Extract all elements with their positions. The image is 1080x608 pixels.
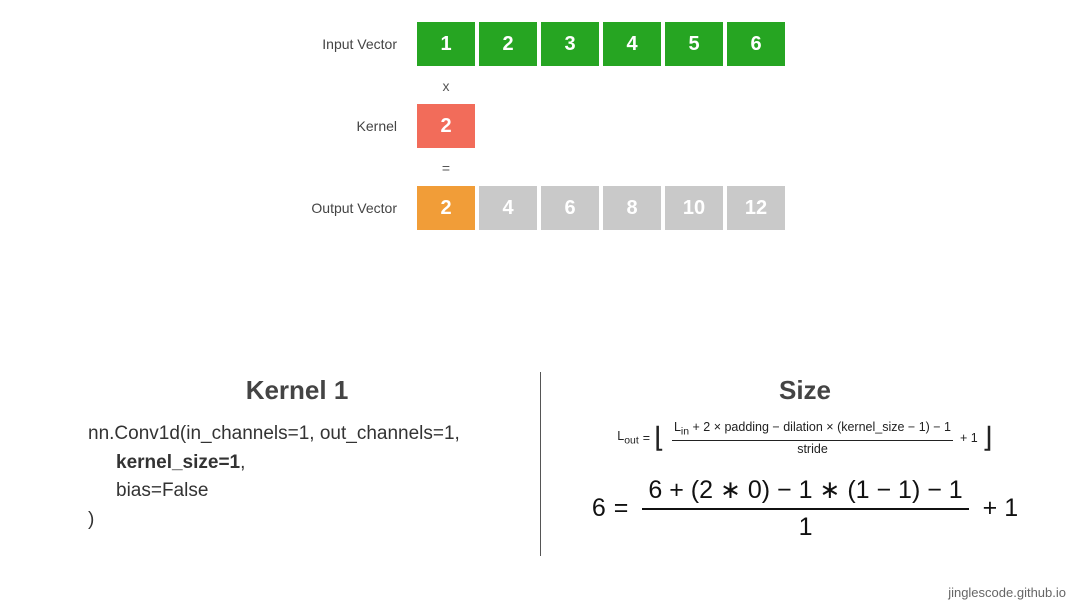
input-cell: 6	[725, 20, 787, 68]
fraction-big: 6 + (2 ∗ 0) − 1 ∗ (1 − 1) − 1 1	[642, 475, 968, 542]
left-column: Kernel 1 nn.Conv1d(in_channels=1, out_ch…	[0, 375, 540, 542]
code-line: nn.Conv1d(in_channels=1, out_channels=1,	[88, 420, 506, 449]
lout-lhs: Lout	[617, 429, 638, 448]
kernel-label: Kernel	[0, 118, 415, 134]
input-cell: 4	[601, 20, 663, 68]
output-cells: 2 4 6 8 10 12	[415, 184, 787, 232]
output-cell: 8	[601, 184, 663, 232]
input-cells: 1 2 3 4 5 6	[415, 20, 787, 68]
code-line: )	[88, 506, 506, 535]
bottom-panel: Kernel 1 nn.Conv1d(in_channels=1, out_ch…	[0, 375, 1080, 542]
times-row: x	[0, 78, 1080, 94]
input-cell: 2	[477, 20, 539, 68]
input-cell: 5	[663, 20, 725, 68]
kernel-cells: 2	[415, 102, 477, 150]
input-cell: 3	[539, 20, 601, 68]
credit-text: jinglescode.github.io	[948, 585, 1066, 600]
equals-sign: =	[643, 431, 650, 446]
lout-numeric: 6 = 6 + (2 ∗ 0) − 1 ∗ (1 − 1) − 1 1 + 1	[570, 475, 1040, 542]
input-row: Input Vector 1 2 3 4 5 6	[0, 20, 1080, 68]
kernel-row: Kernel 2	[0, 102, 1080, 150]
input-label: Input Vector	[0, 36, 415, 52]
output-cell-active: 2	[415, 184, 477, 232]
kernel-cell: 2	[415, 102, 477, 150]
code-line: bias=False	[88, 477, 506, 506]
equals-symbol: =	[415, 160, 477, 176]
output-row: Output Vector 2 4 6 8 10 12	[0, 184, 1080, 232]
floor-open-icon: ⌊	[654, 430, 665, 447]
kernel-heading: Kernel 1	[88, 375, 506, 406]
output-cell: 12	[725, 184, 787, 232]
output-label: Output Vector	[0, 200, 415, 216]
code-line: kernel_size=1,	[88, 449, 506, 478]
equals-row: =	[0, 160, 1080, 176]
equals-sign: =	[614, 494, 629, 523]
formula-tail: + 1	[960, 431, 978, 446]
output-cell: 4	[477, 184, 539, 232]
lout-formula: Lout = ⌊ Lin + 2 × padding − dilation × …	[570, 420, 1040, 457]
times-symbol: x	[415, 78, 477, 94]
numeric-tail: + 1	[983, 494, 1018, 523]
right-column: Size Lout = ⌊ Lin + 2 × padding − dilati…	[540, 375, 1080, 542]
conv1d-diagram: Input Vector 1 2 3 4 5 6 x Kernel 2	[0, 20, 1080, 242]
fraction-small: Lin + 2 × padding − dilation × (kernel_s…	[672, 420, 953, 457]
numeric-lhs: 6	[592, 494, 606, 523]
input-cell: 1	[415, 20, 477, 68]
floor-close-icon: ⌋	[982, 430, 993, 447]
size-heading: Size	[570, 375, 1040, 406]
output-cell: 10	[663, 184, 725, 232]
code-block: nn.Conv1d(in_channels=1, out_channels=1,…	[88, 420, 506, 534]
code-kernel-size: kernel_size=1	[116, 452, 240, 473]
output-cell: 6	[539, 184, 601, 232]
